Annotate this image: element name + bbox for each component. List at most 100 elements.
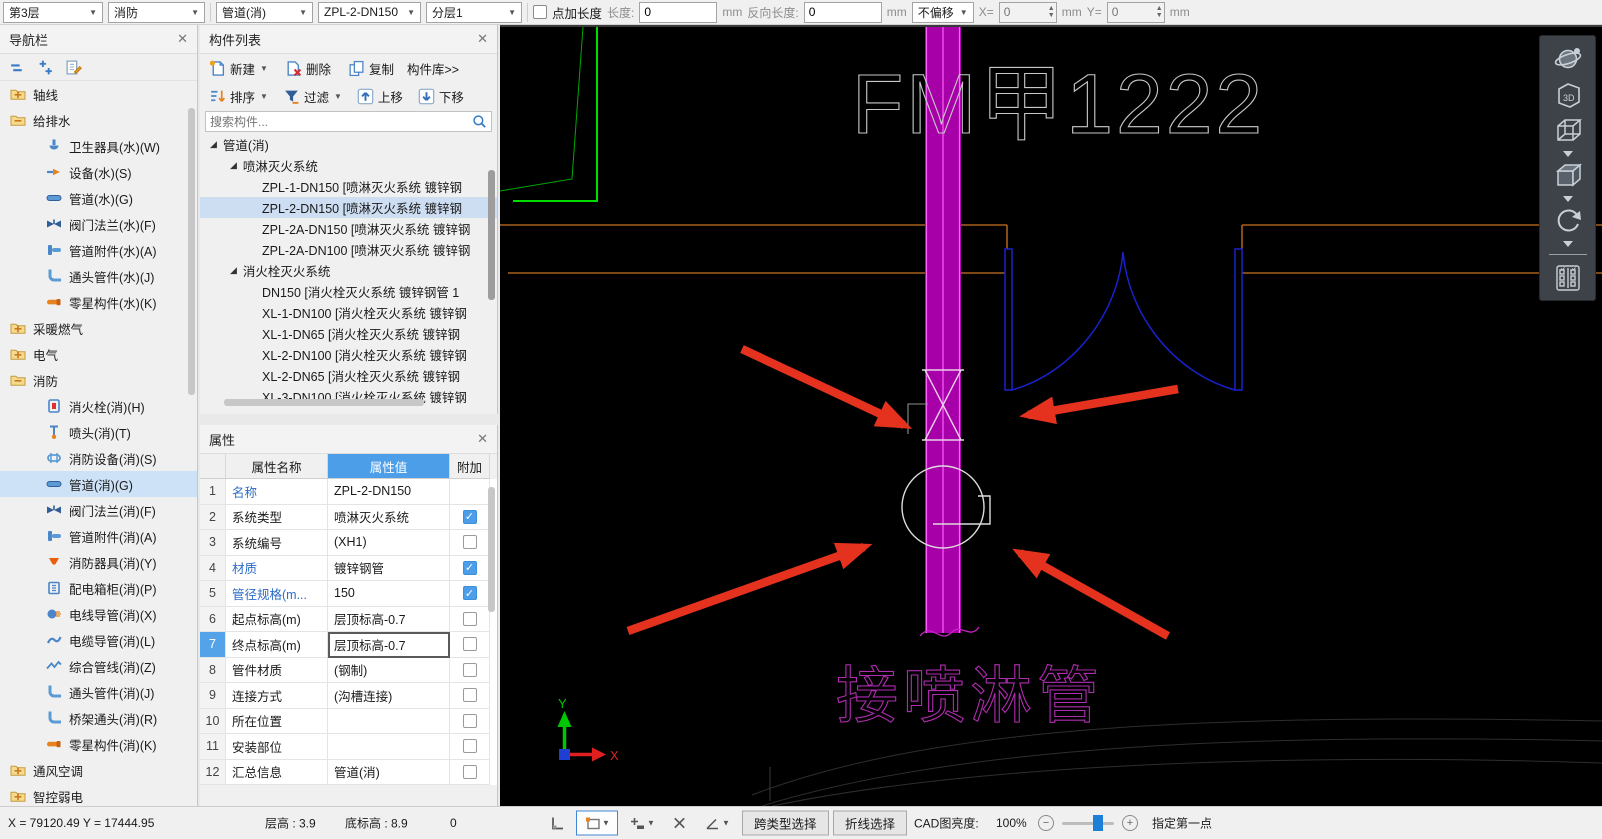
copy-button[interactable]: 复制 — [345, 58, 397, 79]
property-row[interactable]: 8管件材质(钢制) — [200, 658, 497, 684]
attach-checkbox-checked[interactable]: ✓ — [463, 510, 477, 524]
delete-button[interactable]: 删除 — [282, 58, 334, 79]
list-scrollbar[interactable] — [488, 170, 495, 300]
collapse-all-icon[interactable] — [9, 59, 26, 76]
sidebar-item-sprinkler[interactable]: 喷头(消)(T) — [0, 419, 197, 445]
attach-checkbox-checked[interactable]: ✓ — [463, 586, 477, 600]
properties-scrollbar[interactable] — [488, 487, 495, 612]
sidebar-item-integrated-lines[interactable]: 综合管线(消)(Z) — [0, 653, 197, 679]
sidebar-item-pipe-attachment-water[interactable]: 管道附件(水)(A) — [0, 237, 197, 263]
point-add-length-checkbox[interactable] — [533, 5, 547, 19]
attach-checkbox-checked[interactable]: ✓ — [463, 561, 477, 575]
filter-button[interactable]: 过滤▼ — [280, 86, 345, 107]
move-up-button[interactable]: 上移 — [354, 86, 406, 107]
reverse-length-input[interactable] — [804, 2, 882, 23]
component-library-button[interactable]: 构件库>> — [404, 58, 462, 79]
category-select[interactable]: 管道(消)▼ — [216, 2, 313, 23]
tree-leaf[interactable]: XL-1-DN65 [消火栓灭火系统 镀锌钢 — [200, 323, 497, 344]
attach-checkbox[interactable] — [463, 739, 477, 753]
sidebar-item-hydrant[interactable]: 消火栓(消)(H) — [0, 393, 197, 419]
sidebar-item-pipe-attachment-fire[interactable]: 管道附件(消)(A) — [0, 523, 197, 549]
sidebar-item-misc-water[interactable]: 零星构件(水)(K) — [0, 289, 197, 315]
search-icon[interactable] — [472, 114, 487, 129]
sidebar-item-plumbing[interactable]: 给排水 — [0, 107, 197, 133]
horizontal-scrollbar[interactable] — [224, 399, 424, 406]
editing-cell[interactable]: 层顶标高-0.7 — [328, 632, 450, 658]
property-row-selected[interactable]: 7终点标高(m)层顶标高-0.7 — [200, 632, 497, 658]
property-row[interactable]: 3系统编号(XH1) — [200, 530, 497, 556]
y-stepper[interactable]: ▲▼ — [1107, 2, 1165, 23]
sidebar-item-valve-fire[interactable]: 阀门法兰(消)(F) — [0, 497, 197, 523]
display-settings-button[interactable] — [1544, 260, 1592, 296]
layer-select[interactable]: 分层1▼ — [426, 2, 522, 23]
brightness-increase-button[interactable]: + — [1122, 815, 1138, 831]
angle-snap-button[interactable]: ▼ — [697, 811, 737, 836]
sidebar-item-misc-fire[interactable]: 零星构件(消)(K) — [0, 731, 197, 757]
sidebar-item-hvac[interactable]: 通风空调 — [0, 757, 197, 783]
shaded-view-button[interactable] — [1544, 158, 1592, 194]
sidebar-item-fitting-water[interactable]: 通头管件(水)(J) — [0, 263, 197, 289]
property-row[interactable]: 5管径规格(m...150✓ — [200, 581, 497, 607]
close-icon[interactable]: ✕ — [177, 31, 188, 47]
edit-list-icon[interactable] — [65, 59, 82, 76]
sidebar-scrollbar[interactable] — [188, 108, 195, 395]
property-row[interactable]: 6起点标高(m)层顶标高-0.7 — [200, 607, 497, 633]
sidebar-item-valve-water[interactable]: 阀门法兰(水)(F) — [0, 211, 197, 237]
rotate-view-button[interactable] — [1544, 203, 1592, 239]
attach-checkbox[interactable] — [463, 612, 477, 626]
attach-checkbox[interactable] — [463, 714, 477, 728]
close-icon[interactable]: ✕ — [477, 31, 488, 47]
cad-viewport[interactable]: FM甲1222 接喷淋管 Y X — [500, 25, 1602, 806]
selection-mode-button[interactable]: ▼ — [576, 811, 618, 836]
tree-node[interactable]: ◢管道(消) — [200, 134, 497, 155]
add-selection-button[interactable]: ▼ — [622, 811, 662, 836]
sidebar-item-fire-appliance[interactable]: 消防器具(消)(Y) — [0, 549, 197, 575]
property-row[interactable]: 4材质镀锌钢管✓ — [200, 556, 497, 582]
property-row[interactable]: 2系统类型喷淋灭火系统✓ — [200, 505, 497, 531]
property-row[interactable]: 1名称ZPL-2-DN150 — [200, 479, 497, 505]
spinner-arrows-icon[interactable]: ▲▼ — [1048, 5, 1055, 19]
cross-type-select-button[interactable]: 跨类型选择 — [742, 811, 829, 836]
tree-leaf[interactable]: XL-1-DN100 [消火栓灭火系统 镀锌钢 — [200, 302, 497, 323]
attach-checkbox[interactable] — [463, 765, 477, 779]
sidebar-item-electrical[interactable]: 电气 — [0, 341, 197, 367]
tree-leaf[interactable]: XL-2-DN100 [消火栓灭火系统 镀锌钢 — [200, 344, 497, 365]
component-select[interactable]: ZPL-2-DN150▼ — [318, 2, 421, 23]
view-3d-button[interactable]: 3D — [1544, 77, 1592, 113]
length-input[interactable] — [639, 2, 717, 23]
tree-leaf[interactable]: DN150 [消火栓灭火系统 镀锌钢管 1 — [200, 281, 497, 302]
tree-leaf[interactable]: XL-2-DN65 [消火栓灭火系统 镀锌钢 — [200, 365, 497, 386]
tree-node[interactable]: ◢喷淋灭火系统 — [200, 155, 497, 176]
tree-leaf-selected[interactable]: ZPL-2-DN150 [喷淋灭火系统 镀锌钢 — [200, 197, 497, 218]
new-button[interactable]: 新建▼ — [206, 58, 271, 79]
attach-checkbox[interactable] — [463, 688, 477, 702]
sidebar-item-tray-fitting[interactable]: 桥架通头(消)(R) — [0, 705, 197, 731]
slider-handle[interactable] — [1093, 815, 1103, 831]
sidebar-item-pipe-water[interactable]: 管道(水)(G) — [0, 185, 197, 211]
sidebar-item-sanitary-fixture[interactable]: 卫生器具(水)(W) — [0, 133, 197, 159]
property-row[interactable]: 10所在位置 — [200, 709, 497, 735]
deselect-button[interactable] — [666, 811, 693, 836]
chevron-down-icon[interactable] — [1544, 194, 1592, 203]
attach-checkbox[interactable] — [463, 637, 477, 651]
sidebar-item-low-voltage[interactable]: 智控弱电 — [0, 783, 197, 806]
sidebar-item-pipe-fire[interactable]: 管道(消)(G) — [0, 471, 197, 497]
brightness-slider[interactable] — [1062, 815, 1114, 831]
chevron-down-icon[interactable] — [1544, 149, 1592, 158]
property-row[interactable]: 9连接方式(沟槽连接) — [200, 683, 497, 709]
sidebar-item-heating-gas[interactable]: 采暖燃气 — [0, 315, 197, 341]
expanded-arrow-icon[interactable]: ◢ — [210, 139, 217, 150]
brightness-decrease-button[interactable]: − — [1038, 815, 1054, 831]
floor-select[interactable]: 第3层▼ — [3, 2, 103, 23]
offset-select[interactable]: 不偏移▼ — [912, 2, 974, 23]
wireframe-view-button[interactable] — [1544, 113, 1592, 149]
orbit-view-button[interactable] — [1544, 41, 1592, 77]
ortho-mode-button[interactable] — [543, 811, 570, 836]
attach-checkbox[interactable] — [463, 535, 477, 549]
tree-leaf[interactable]: ZPL-1-DN150 [喷淋灭火系统 镀锌钢 — [200, 176, 497, 197]
polyline-select-button[interactable]: 折线选择 — [833, 811, 907, 836]
move-down-button[interactable]: 下移 — [415, 86, 467, 107]
sidebar-item-cable-conduit[interactable]: 电缆导管(消)(L) — [0, 627, 197, 653]
sidebar-item-fire-equipment[interactable]: 消防设备(消)(S) — [0, 445, 197, 471]
tree-leaf[interactable]: ZPL-2A-DN100 [喷淋灭火系统 镀锌钢 — [200, 239, 497, 260]
